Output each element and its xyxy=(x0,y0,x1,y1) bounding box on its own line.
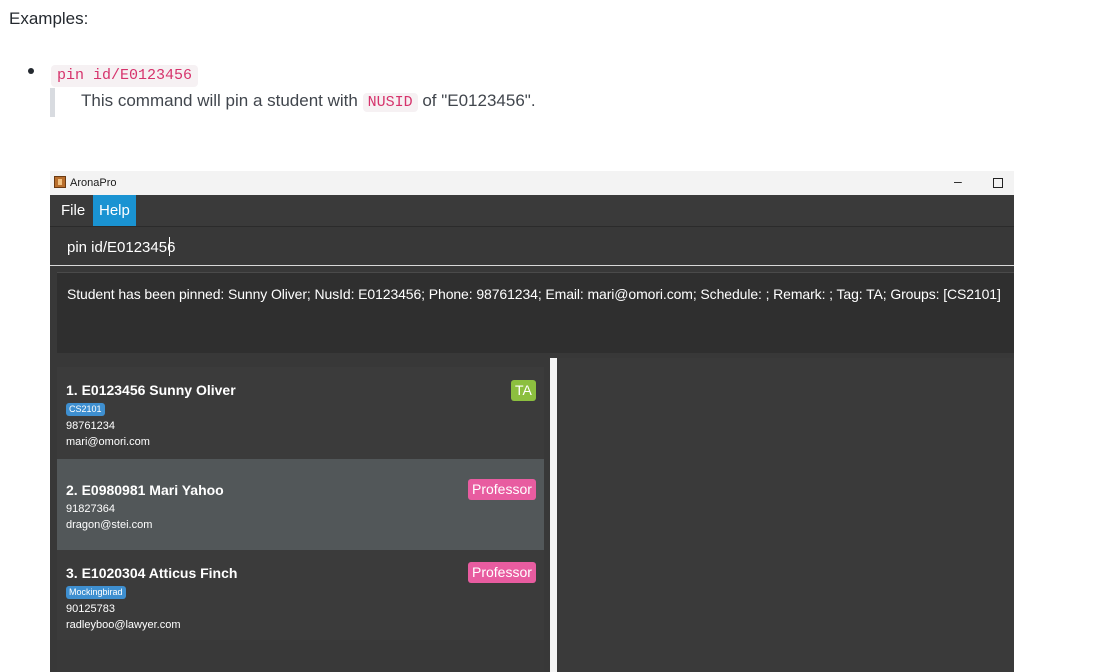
command-input[interactable] xyxy=(67,239,967,256)
person-email: mari@omori.com xyxy=(66,436,150,448)
person-card[interactable]: 3. E1020304 Atticus Finch Mockingbirad 9… xyxy=(57,550,544,640)
command-box xyxy=(50,227,1014,266)
person-phone: 90125783 xyxy=(66,603,115,615)
quote-bar xyxy=(50,88,55,117)
detail-panel xyxy=(559,358,1014,672)
result-text: Student has been pinned: Sunny Oliver; N… xyxy=(67,286,1001,302)
window-title: AronaPro xyxy=(70,177,117,189)
person-card-title: 3. E1020304 Atticus Finch xyxy=(66,565,238,581)
person-card[interactable]: 2. E0980981 Mari Yahoo 91827364 dragon@s… xyxy=(57,459,544,550)
examples-heading: Examples: xyxy=(9,9,89,28)
description-suffix: of "E0123456". xyxy=(422,91,536,110)
group-chip: Mockingbirad xyxy=(66,586,126,599)
person-phone: 98761234 xyxy=(66,420,115,432)
title-bar: AronaPro – xyxy=(50,171,1014,195)
person-card-title: 1. E0123456 Sunny Oliver xyxy=(66,382,236,398)
group-chip: CS2101 xyxy=(66,403,105,416)
person-card-title: 2. E0980981 Mari Yahoo xyxy=(66,482,224,498)
text-caret xyxy=(169,237,170,256)
minimize-icon[interactable]: – xyxy=(954,173,962,189)
menu-bar: File Help xyxy=(50,195,1014,227)
maximize-icon[interactable] xyxy=(993,178,1003,188)
person-email: dragon@stei.com xyxy=(66,519,153,531)
tag-chip: Professor xyxy=(468,479,536,500)
app-icon xyxy=(54,176,66,188)
menu-help[interactable]: Help xyxy=(93,195,136,226)
tag-chip: TA xyxy=(511,380,536,401)
example-description: This command will pin a student with NUS… xyxy=(81,91,536,112)
example-command-code: pin id/E0123456 xyxy=(51,65,199,87)
app-window: AronaPro – File Help Student has been pi… xyxy=(50,171,1014,672)
person-list-panel[interactable]: 1. E0123456 Sunny Oliver CS2101 98761234… xyxy=(57,367,544,672)
description-prefix: This command will pin a student with xyxy=(81,91,358,110)
person-email: radleyboo@lawyer.com xyxy=(66,619,181,631)
result-display: Student has been pinned: Sunny Oliver; N… xyxy=(57,272,1014,353)
nusid-inline-code: NUSID xyxy=(362,93,418,112)
list-bullet xyxy=(28,68,34,74)
list-scrollbar[interactable] xyxy=(550,358,557,672)
menu-file[interactable]: File xyxy=(55,195,91,226)
person-phone: 91827364 xyxy=(66,503,115,515)
person-card[interactable]: 1. E0123456 Sunny Oliver CS2101 98761234… xyxy=(57,367,544,459)
tag-chip: Professor xyxy=(468,562,536,583)
